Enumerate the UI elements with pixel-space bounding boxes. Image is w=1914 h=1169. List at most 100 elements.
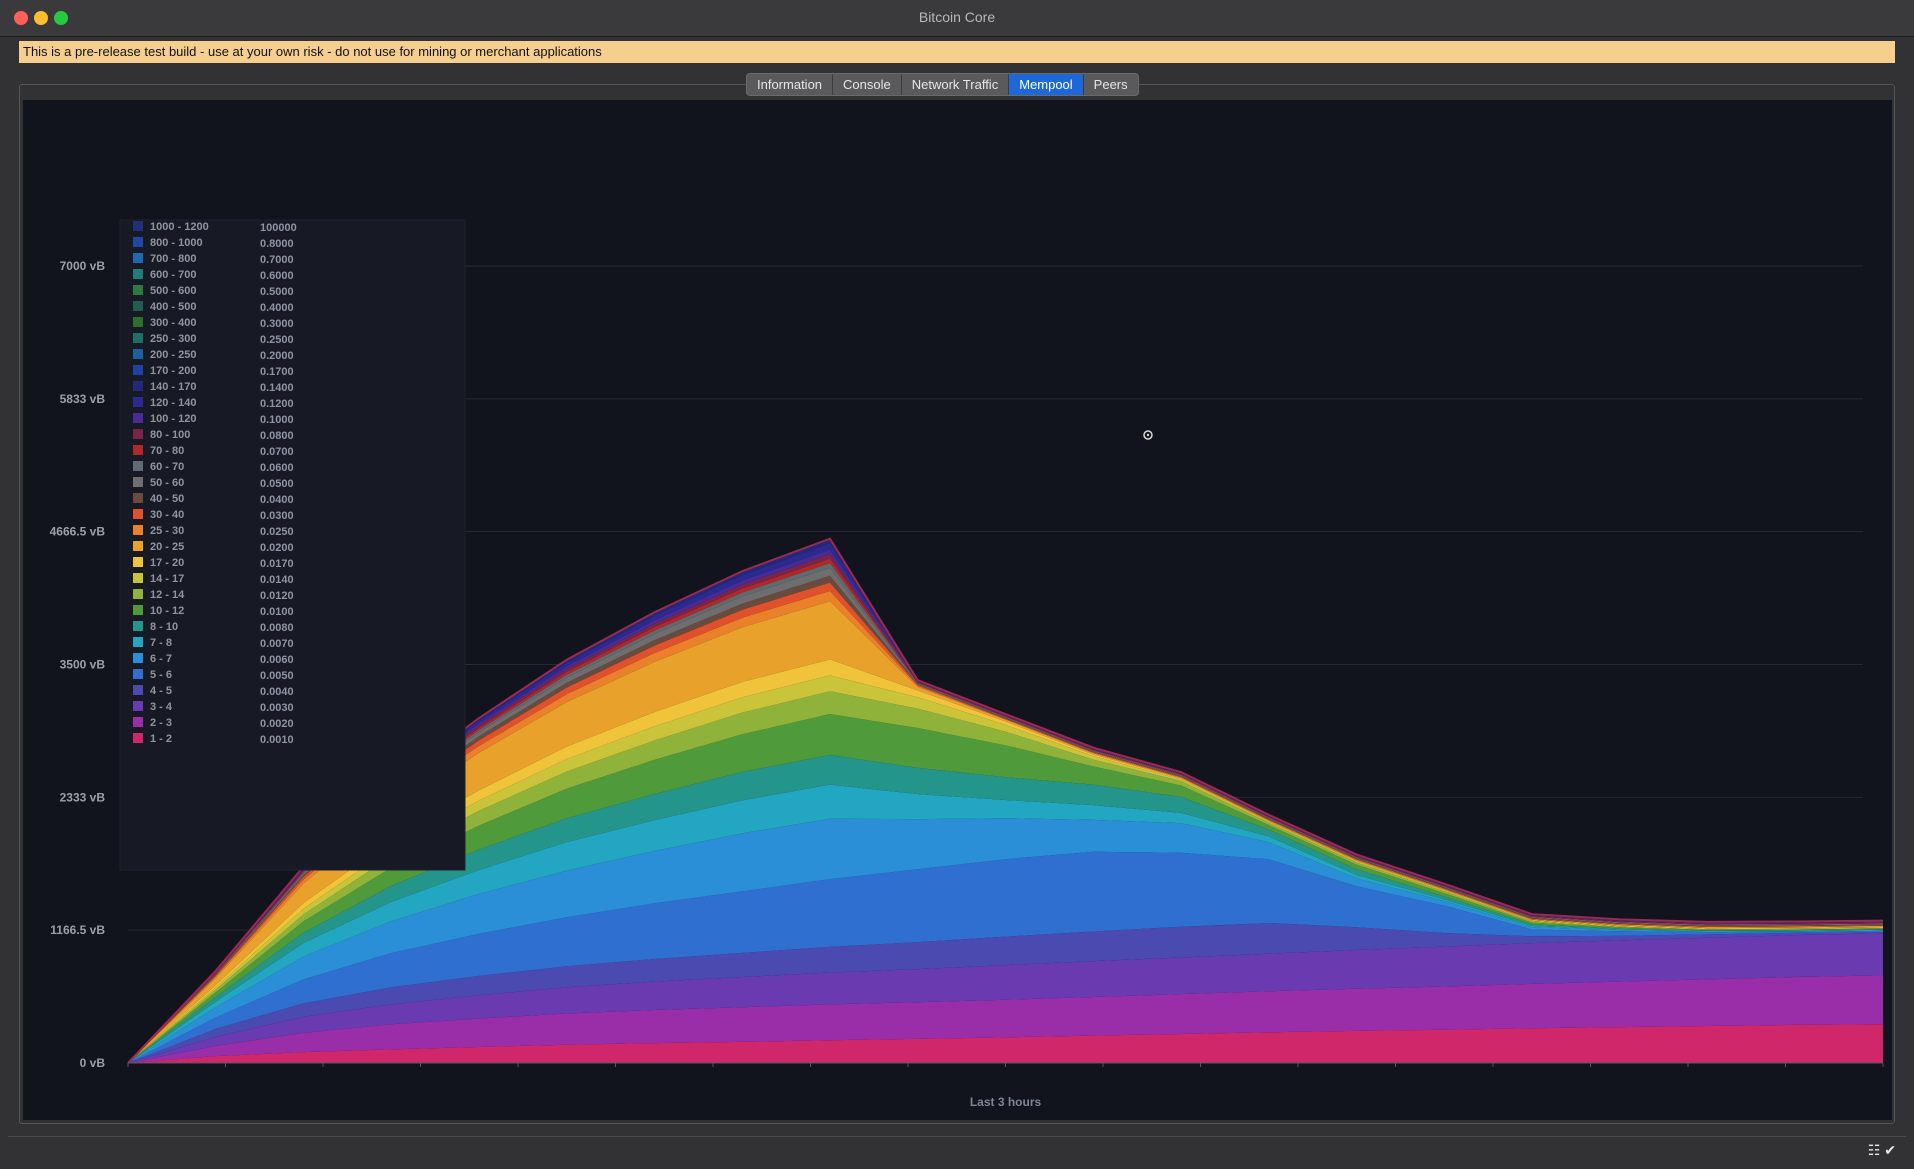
legend-range-label: 25 - 30 (150, 525, 184, 537)
legend-value-label: 0.1700 (260, 366, 294, 378)
window-title: Bitcoin Core (918, 9, 996, 25)
tab-peers[interactable]: Peers (1084, 74, 1138, 95)
legend-value-label: 0.0400 (260, 494, 294, 506)
legend-value-label: 0.0060 (260, 654, 294, 666)
tab-mempool[interactable]: Mempool (1009, 74, 1084, 95)
legend-range-label: 1000 - 1200 (150, 221, 209, 233)
legend-value-label: 0.0010 (260, 734, 294, 746)
legend-swatch (133, 285, 143, 295)
legend-swatch (133, 461, 143, 471)
mempool-chart-svg[interactable]: 0 vB 1166.5 vB 2333 vB 3500 vB 4666.5 vB 5833… (23, 100, 1892, 1120)
legend-swatch (133, 653, 143, 663)
legend-range-label: 500 - 600 (150, 285, 196, 297)
legend-swatch (133, 685, 143, 695)
legend-swatch (133, 333, 143, 343)
legend-value-label: 0.0300 (260, 510, 294, 522)
legend-range-label: 400 - 500 (150, 301, 196, 313)
legend-swatch (133, 541, 143, 551)
legend-swatch (133, 413, 143, 423)
legend-range-label: 600 - 700 (150, 269, 196, 281)
legend-range-label: 5 - 6 (150, 669, 172, 681)
network-icon[interactable]: ☷ (1868, 1142, 1881, 1159)
legend-swatch (133, 589, 143, 599)
legend-value-label: 0.1400 (260, 382, 294, 394)
legend-range-label: 8 - 10 (150, 621, 178, 633)
legend-swatch (133, 493, 143, 503)
legend-range-label: 7 - 8 (150, 637, 172, 649)
legend-range-label: 6 - 7 (150, 653, 172, 665)
title-bar: Bitcoin Core (0, 0, 1914, 37)
legend-range-label: 140 - 170 (150, 381, 196, 393)
tab-network-traffic[interactable]: Network Traffic (902, 74, 1010, 95)
legend-value-label: 0.0020 (260, 718, 294, 730)
legend-value-label: 0.1000 (260, 414, 294, 426)
y-tick-label: 1166.5 vB (50, 923, 105, 937)
legend-value-label: 0.2500 (260, 334, 294, 346)
prerelease-warning-banner: This is a pre-release test build - use a… (19, 41, 1895, 63)
y-tick-label: 2333 vB (60, 790, 106, 804)
legend-range-label: 20 - 25 (150, 541, 184, 553)
legend-swatch (133, 637, 143, 647)
legend-swatch (133, 269, 143, 279)
legend-swatch (133, 557, 143, 567)
legend-range-label: 1 - 2 (150, 733, 172, 745)
legend-value-label: 0.0800 (260, 430, 294, 442)
x-axis-label: Last 3 hours (970, 1095, 1042, 1109)
legend-swatch (133, 477, 143, 487)
legend-range-label: 100 - 120 (150, 413, 196, 425)
legend-swatch (133, 733, 143, 743)
legend-range-label: 170 - 200 (150, 365, 196, 377)
y-tick-label: 0 vB (80, 1056, 106, 1070)
legend-value-label: 0.0040 (260, 686, 294, 698)
legend-swatch (133, 701, 143, 711)
legend-value-label: 0.2000 (260, 350, 294, 362)
status-bar: ☷ ✔ (8, 1136, 1906, 1164)
legend-swatch (133, 381, 143, 391)
legend-range-label: 120 - 140 (150, 397, 196, 409)
legend-range-label: 250 - 300 (150, 333, 196, 345)
legend-swatch (133, 237, 143, 247)
legend-value-label: 0.0170 (260, 558, 294, 570)
y-tick-label: 3500 vB (60, 658, 106, 672)
legend-value-label: 0.5000 (260, 286, 294, 298)
y-tick-label: 4666.5 vB (50, 525, 106, 539)
legend-swatch (133, 605, 143, 615)
legend-range-label: 300 - 400 (150, 317, 196, 329)
legend-value-label: 0.6000 (260, 270, 294, 282)
sync-check-icon[interactable]: ✔ (1884, 1142, 1896, 1159)
legend-swatch (133, 365, 143, 375)
legend-value-label: 0.0600 (260, 462, 294, 474)
legend-value-label: 0.0700 (260, 446, 294, 458)
legend-range-label: 10 - 12 (150, 605, 184, 617)
legend-swatch (133, 573, 143, 583)
legend-range-label: 200 - 250 (150, 349, 196, 361)
mempool-chart[interactable]: 0 vB 1166.5 vB 2333 vB 3500 vB 4666.5 vB 5833… (23, 100, 1892, 1120)
legend-swatch (133, 621, 143, 631)
legend-value-label: 100000 (260, 222, 297, 234)
legend-value-label: 0.0500 (260, 478, 294, 490)
cursor-marker-dot (1146, 433, 1150, 437)
legend-range-label: 800 - 1000 (150, 237, 203, 249)
app-window: Bitcoin Core This is a pre-release test … (0, 0, 1914, 1169)
legend-value-label: 0.0070 (260, 638, 294, 650)
legend-swatch (133, 445, 143, 455)
legend-range-label: 14 - 17 (150, 573, 184, 585)
tab-console[interactable]: Console (833, 74, 902, 95)
legend-value-label: 0.4000 (260, 302, 294, 314)
legend-range-label: 70 - 80 (150, 445, 184, 457)
legend-range-label: 4 - 5 (150, 685, 172, 697)
legend-swatch (133, 253, 143, 263)
legend-swatch (133, 397, 143, 407)
legend-swatch (133, 669, 143, 679)
legend-value-label: 0.7000 (260, 254, 294, 266)
legend-range-label: 60 - 70 (150, 461, 184, 473)
legend-range-label: 3 - 4 (150, 701, 173, 713)
legend-swatch (133, 301, 143, 311)
y-tick-label: 5833 vB (60, 392, 106, 406)
legend-value-label: 0.0030 (260, 702, 294, 714)
legend-swatch (133, 349, 143, 359)
legend-range-label: 700 - 800 (150, 253, 196, 265)
legend-swatch (133, 317, 143, 327)
tab-information[interactable]: Information (747, 74, 834, 95)
legend-range-label: 30 - 40 (150, 509, 184, 521)
